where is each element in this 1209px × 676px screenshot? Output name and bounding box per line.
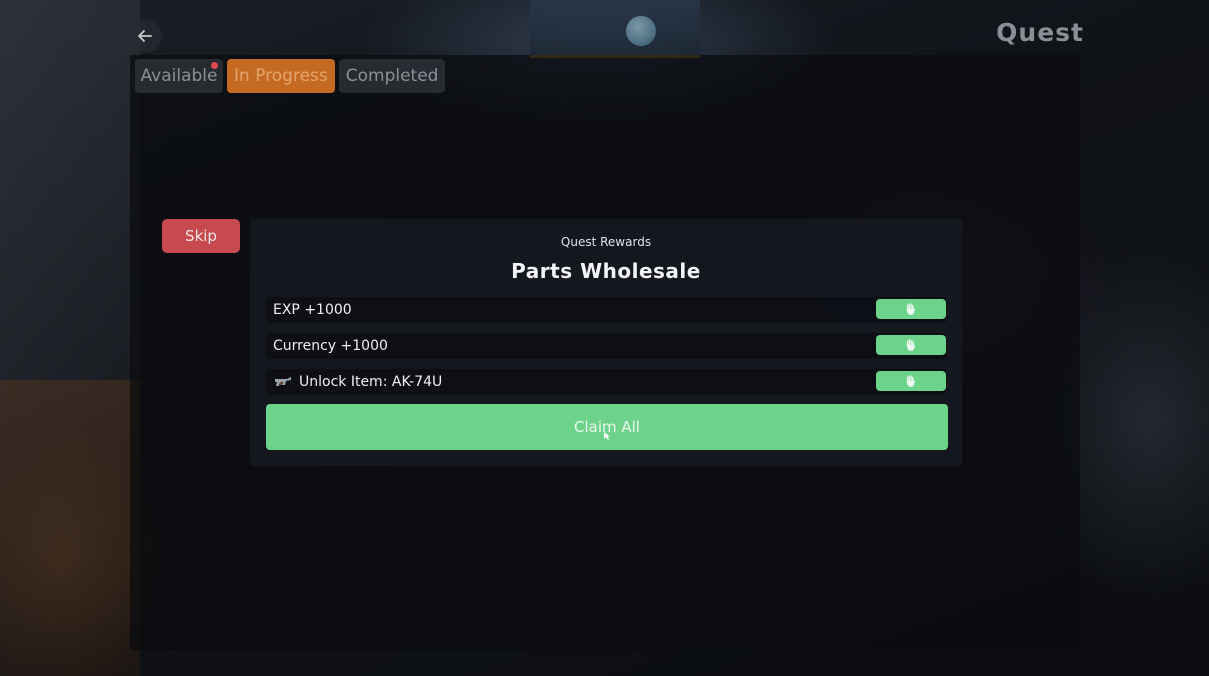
claim-all-button[interactable]: Claim All: [266, 404, 948, 450]
tab-label: In Progress: [234, 66, 328, 86]
back-button[interactable]: [128, 19, 162, 53]
page-title: Quest: [996, 18, 1084, 47]
reward-row-currency: Currency +1000: [266, 333, 946, 359]
background-scene-floor: [0, 380, 140, 676]
rewards-subtitle: Quest Rewards: [560, 235, 652, 249]
reward-row-unlock-item: Unlock Item: AK-74U: [266, 369, 946, 395]
reward-row-exp: EXP +1000: [266, 297, 946, 323]
quest-rewards-dialog: Quest Rewards Parts Wholesale EXP +1000 …: [250, 219, 962, 466]
reward-label: EXP +1000: [273, 302, 352, 318]
hand-icon: [906, 375, 915, 387]
tab-label: Completed: [345, 66, 439, 86]
mouse-cursor-icon: [604, 432, 610, 440]
claim-reward-button[interactable]: [876, 299, 946, 319]
tab-label: Available: [140, 66, 218, 86]
arrow-left-icon: [138, 30, 152, 42]
reward-label: Unlock Item: AK-74U: [299, 374, 443, 390]
quest-name: Parts Wholesale: [511, 259, 701, 283]
hand-icon: [906, 303, 915, 315]
background-scene-desk: [530, 0, 700, 58]
background-scene-character: [626, 16, 656, 46]
tab-completed[interactable]: Completed: [338, 59, 446, 93]
hand-icon: [906, 339, 915, 351]
tab-in-progress[interactable]: In Progress: [227, 59, 335, 93]
skip-button[interactable]: Skip: [162, 219, 240, 253]
quest-tabs: Available In Progress Completed: [135, 59, 446, 93]
tab-available[interactable]: Available: [135, 59, 223, 93]
rifle-icon: [275, 377, 291, 386]
claim-reward-button[interactable]: [876, 371, 946, 391]
claim-reward-button[interactable]: [876, 335, 946, 355]
notification-badge: [211, 62, 218, 69]
reward-label: Currency +1000: [273, 338, 388, 354]
